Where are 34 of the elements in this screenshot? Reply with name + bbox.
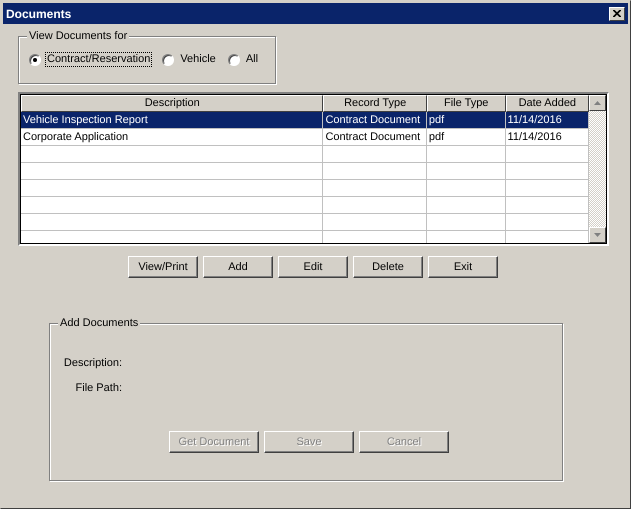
table-cell: Corporate Application (21, 129, 324, 146)
column-header[interactable]: Description (21, 95, 324, 112)
down-arrow-icon (594, 233, 602, 237)
radio-button[interactable] (228, 54, 240, 66)
close-button[interactable] (609, 6, 625, 20)
table-cell: pdf (426, 112, 506, 129)
table-row[interactable]: Vehicle Inspection Report Contract Document pdf 11/14/2016 (21, 112, 590, 129)
table-cell: Contract Document (323, 112, 427, 129)
action-button[interactable]: Edit (278, 256, 348, 278)
table-cell: Contract Document (323, 129, 427, 146)
field-label: Description: (62, 357, 122, 370)
table-row[interactable]: Corporate Application Contract Document pdf 11/14/2016 (21, 129, 590, 146)
action-button[interactable]: View/Print (128, 256, 198, 278)
column-header[interactable]: Record Type (323, 95, 427, 112)
field-label: File Path: (74, 382, 122, 395)
action-button[interactable]: Add (203, 256, 273, 278)
up-arrow-icon (594, 101, 602, 105)
column-header[interactable]: Date Added (506, 95, 590, 112)
close-icon (613, 10, 621, 17)
action-button[interactable]: Exit (428, 256, 498, 278)
radio-button[interactable] (29, 54, 41, 66)
window-title: Documents (6, 6, 72, 20)
scroll-up-button[interactable] (589, 95, 606, 111)
radio-label: All (244, 52, 260, 67)
column-header[interactable]: File Type (426, 95, 506, 112)
table-cell: pdf (426, 129, 506, 146)
radio-option[interactable]: All (228, 52, 260, 67)
radio-button[interactable] (162, 54, 174, 66)
action-button[interactable]: Delete (353, 256, 423, 278)
radio-label: Vehicle (179, 52, 217, 67)
radio-option[interactable]: Vehicle (162, 52, 218, 67)
scroll-down-button[interactable] (589, 227, 606, 243)
table-cell: Vehicle Inspection Report (21, 112, 324, 129)
scroll-bar[interactable] (589, 95, 606, 243)
